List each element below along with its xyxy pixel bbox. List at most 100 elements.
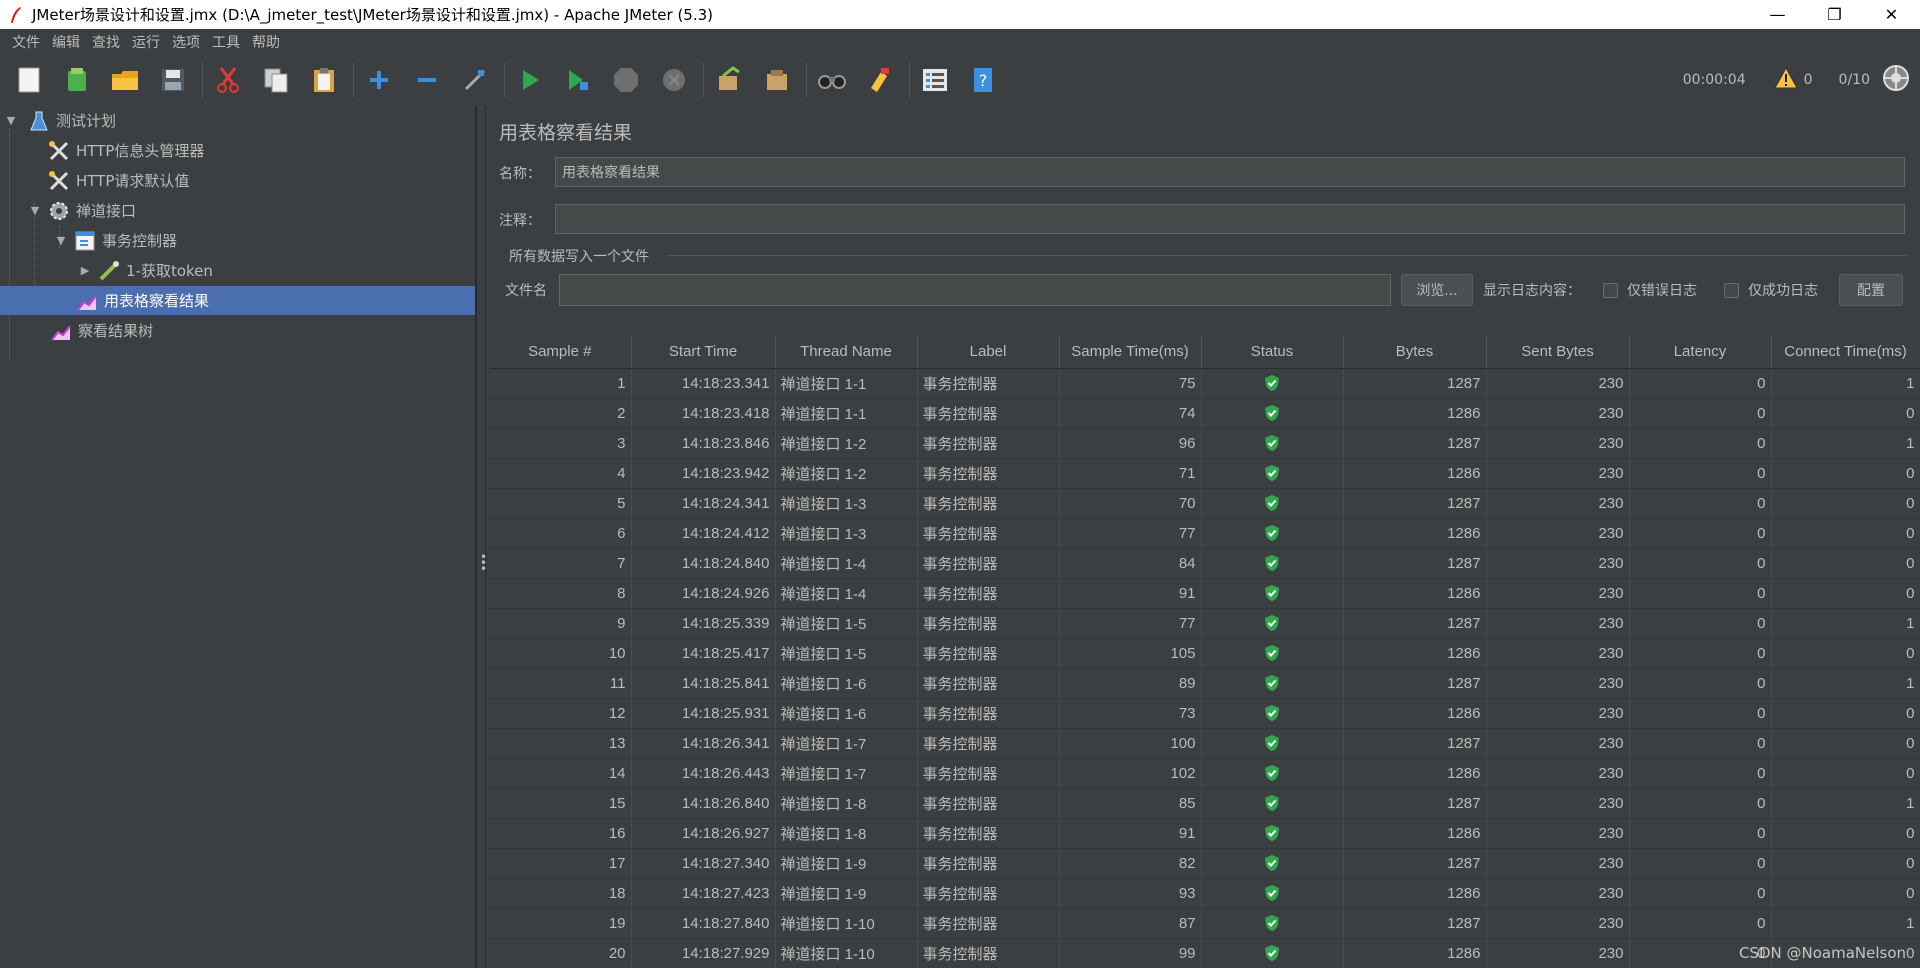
table-row[interactable]: 15 14:18:26.840 禅道接口 1-8 事务控制器 85 1287 230 0 1 bbox=[489, 788, 1920, 819]
reset-search-icon[interactable] bbox=[861, 61, 899, 99]
start-icon[interactable] bbox=[511, 61, 549, 99]
table-cell: 87 bbox=[1059, 908, 1202, 939]
new-icon[interactable] bbox=[10, 61, 48, 99]
table-row[interactable]: 20 14:18:27.929 禅道接口 1-10 事务控制器 99 1286 230 0 0 bbox=[489, 938, 1920, 968]
column-header-bytes[interactable]: Bytes bbox=[1343, 336, 1487, 369]
table-row[interactable]: 8 14:18:24.926 禅道接口 1-4 事务控制器 91 1286 230 0 0 bbox=[489, 578, 1920, 609]
name-label: 名称： bbox=[499, 166, 541, 182]
table-row[interactable]: 9 14:18:25.339 禅道接口 1-5 事务控制器 77 1287 230 0 1 bbox=[489, 608, 1920, 639]
success-only-checkbox[interactable] bbox=[1724, 283, 1739, 298]
name-input[interactable]: 用表格察看结果 bbox=[555, 157, 1905, 187]
table-cell: 73 bbox=[1059, 698, 1202, 729]
column-header-sent-bytes[interactable]: Sent Bytes bbox=[1486, 336, 1630, 369]
table-cell: 3 bbox=[489, 428, 632, 459]
collapse-icon[interactable] bbox=[408, 61, 446, 99]
tree-item-test-plan[interactable]: ▼ 测试计划 bbox=[4, 106, 474, 135]
column-header-latency[interactable]: Latency bbox=[1629, 336, 1772, 369]
column-header-sample-number[interactable]: Sample # bbox=[489, 336, 632, 369]
tree-expand-icon[interactable]: ▶ bbox=[78, 264, 92, 277]
table-row[interactable]: 4 14:18:23.942 禅道接口 1-2 事务控制器 71 1286 230 0 0 bbox=[489, 458, 1920, 489]
table-row[interactable]: 18 14:18:27.423 禅道接口 1-9 事务控制器 93 1286 230 0 0 bbox=[489, 878, 1920, 909]
warning-icon[interactable] bbox=[1773, 66, 1798, 93]
table-cell: 0 bbox=[1629, 578, 1772, 609]
expand-icon[interactable] bbox=[360, 61, 398, 99]
table-cell: 0 bbox=[1771, 488, 1920, 519]
tree-item-http-header-manager[interactable]: HTTP信息头管理器 bbox=[48, 136, 474, 165]
results-table[interactable]: Sample # Start Time Thread Name Label Sa… bbox=[489, 336, 1920, 968]
toggle-icon[interactable] bbox=[456, 61, 494, 99]
menu-help[interactable]: 帮助 bbox=[246, 32, 286, 52]
stop-icon[interactable] bbox=[607, 61, 645, 99]
table-cell: 0 bbox=[1629, 908, 1772, 939]
table-row[interactable]: 19 14:18:27.840 禅道接口 1-10 事务控制器 87 1287 230 0 1 bbox=[489, 908, 1920, 939]
errors-only-checkbox[interactable] bbox=[1603, 283, 1618, 298]
save-icon[interactable] bbox=[154, 61, 192, 99]
table-row[interactable]: 17 14:18:27.340 禅道接口 1-9 事务控制器 82 1287 230 0 0 bbox=[489, 848, 1920, 879]
tree-expand-icon[interactable]: ▼ bbox=[28, 204, 42, 217]
tree-expand-icon[interactable]: ▼ bbox=[4, 114, 18, 127]
tree-item-view-results-tree[interactable]: 察看结果树 bbox=[50, 316, 474, 345]
table-cell: 事务控制器 bbox=[917, 698, 1060, 729]
table-cell: 230 bbox=[1486, 608, 1630, 639]
function-helper-icon[interactable] bbox=[916, 61, 954, 99]
table-row[interactable]: 14 14:18:26.443 禅道接口 1-7 事务控制器 102 1286 230 0 0 bbox=[489, 758, 1920, 789]
table-row[interactable]: 12 14:18:25.931 禅道接口 1-6 事务控制器 73 1286 230 0 0 bbox=[489, 698, 1920, 729]
column-header-sample-time[interactable]: Sample Time(ms) bbox=[1059, 336, 1202, 369]
shutdown-icon[interactable] bbox=[655, 61, 693, 99]
menu-file[interactable]: 文件 bbox=[6, 32, 46, 52]
clear-all-icon[interactable] bbox=[758, 61, 796, 99]
table-cell: 禅道接口 1-5 bbox=[775, 608, 918, 639]
comment-input[interactable] bbox=[555, 204, 1905, 234]
table-row[interactable]: 2 14:18:23.418 禅道接口 1-1 事务控制器 74 1286 230 0 0 bbox=[489, 398, 1920, 429]
table-cell: 77 bbox=[1059, 518, 1202, 549]
table-cell: 1286 bbox=[1343, 638, 1487, 669]
menu-search[interactable]: 查找 bbox=[86, 32, 126, 52]
table-row[interactable]: 1 14:18:23.341 禅道接口 1-1 事务控制器 75 1287 230 0 1 bbox=[489, 368, 1920, 399]
remote-engine-icon[interactable] bbox=[1882, 64, 1910, 96]
test-plan-tree: ▼ 测试计划 HTTP信息头管理器 HTTP请求默认值 ▼ 禅道接口 ▼ 事务控… bbox=[0, 106, 476, 968]
clear-icon[interactable] bbox=[710, 61, 748, 99]
open-icon[interactable] bbox=[106, 61, 144, 99]
column-header-thread-name[interactable]: Thread Name bbox=[775, 336, 918, 369]
column-header-connect-time[interactable]: Connect Time(ms) bbox=[1771, 336, 1920, 369]
search-icon[interactable] bbox=[813, 61, 851, 99]
menu-options[interactable]: 选项 bbox=[166, 32, 206, 52]
filename-input[interactable] bbox=[559, 274, 1391, 306]
gear-icon bbox=[48, 200, 70, 222]
tree-item-thread-group[interactable]: ▼ 禅道接口 bbox=[28, 196, 474, 225]
close-button[interactable]: ✕ bbox=[1863, 0, 1920, 29]
column-header-label[interactable]: Label bbox=[917, 336, 1060, 369]
table-cell: 事务控制器 bbox=[917, 758, 1060, 789]
menu-run[interactable]: 运行 bbox=[126, 32, 166, 52]
tree-item-transaction-controller[interactable]: ▼ 事务控制器 bbox=[54, 226, 474, 255]
column-header-start-time[interactable]: Start Time bbox=[631, 336, 776, 369]
menu-edit[interactable]: 编辑 bbox=[46, 32, 86, 52]
column-header-status[interactable]: Status bbox=[1201, 336, 1344, 369]
browse-button[interactable]: 浏览... bbox=[1401, 274, 1473, 306]
table-row[interactable]: 10 14:18:25.417 禅道接口 1-5 事务控制器 105 1286 230 0 0 bbox=[489, 638, 1920, 669]
table-row[interactable]: 13 14:18:26.341 禅道接口 1-7 事务控制器 100 1287 230 0 0 bbox=[489, 728, 1920, 759]
restore-button[interactable]: ❐ bbox=[1806, 0, 1863, 29]
table-row[interactable]: 6 14:18:24.412 禅道接口 1-3 事务控制器 77 1286 230 0 0 bbox=[489, 518, 1920, 549]
table-row[interactable]: 3 14:18:23.846 禅道接口 1-2 事务控制器 96 1287 230 0 1 bbox=[489, 428, 1920, 459]
cut-icon[interactable] bbox=[209, 61, 247, 99]
start-no-pause-icon[interactable] bbox=[559, 61, 597, 99]
help-icon[interactable]: ? bbox=[964, 61, 1002, 99]
table-cell: 禅道接口 1-6 bbox=[775, 668, 918, 699]
table-row[interactable]: 16 14:18:26.927 禅道接口 1-8 事务控制器 91 1286 230 0 0 bbox=[489, 818, 1920, 849]
tree-item-http-defaults[interactable]: HTTP请求默认值 bbox=[48, 166, 474, 195]
templates-icon[interactable] bbox=[58, 61, 96, 99]
minimize-button[interactable]: — bbox=[1749, 0, 1806, 29]
success-shield-icon bbox=[1263, 584, 1281, 602]
table-row[interactable]: 7 14:18:24.840 禅道接口 1-4 事务控制器 84 1287 230 0 0 bbox=[489, 548, 1920, 579]
tree-item-get-token[interactable]: ▶ 1-获取token bbox=[78, 256, 474, 285]
panel-splitter[interactable]: • • • bbox=[476, 106, 487, 968]
table-row[interactable]: 5 14:18:24.341 禅道接口 1-3 事务控制器 70 1287 230 0 0 bbox=[489, 488, 1920, 519]
configure-button[interactable]: 配置 bbox=[1839, 274, 1903, 306]
tree-item-view-results-table[interactable]: 用表格察看结果 bbox=[0, 286, 475, 315]
copy-icon[interactable] bbox=[257, 61, 295, 99]
paste-icon[interactable] bbox=[305, 61, 343, 99]
tree-expand-icon[interactable]: ▼ bbox=[54, 234, 68, 247]
table-row[interactable]: 11 14:18:25.841 禅道接口 1-6 事务控制器 89 1287 230 0 1 bbox=[489, 668, 1920, 699]
menu-tools[interactable]: 工具 bbox=[206, 32, 246, 52]
